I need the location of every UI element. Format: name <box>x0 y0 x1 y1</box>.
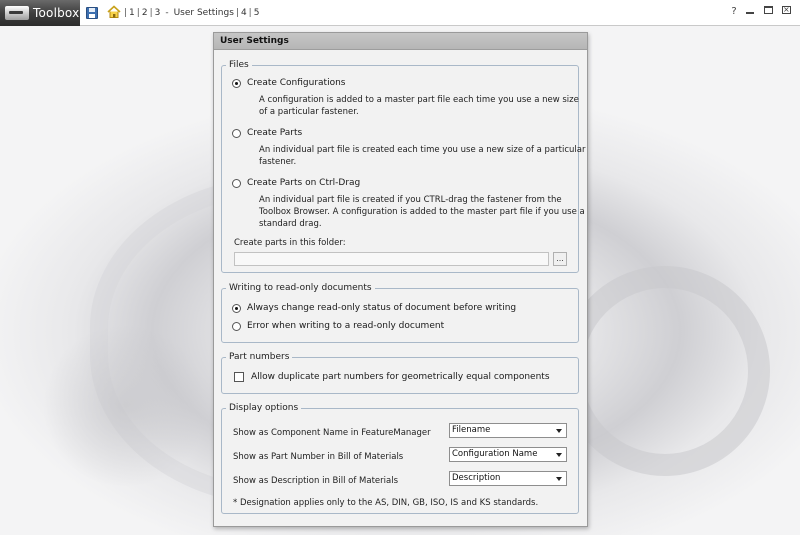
folder-path-input[interactable] <box>234 252 549 266</box>
toolbox-logo[interactable]: Toolbox <box>0 0 80 26</box>
chevron-down-icon <box>556 477 562 481</box>
top-bar: Toolbox | 1 | 2 | 3 - User Settings | 4 … <box>0 0 800 26</box>
radio-always-change-readonly[interactable]: Always change read-only status of docume… <box>232 303 516 313</box>
breadcrumb-page-3[interactable]: 3 <box>153 8 163 18</box>
option-description: An individual part file is created each … <box>259 145 586 167</box>
radio-label: Always change read-only status of docume… <box>247 303 517 313</box>
display-options-group: Display options Show as Component Name i… <box>221 403 579 514</box>
radio-label: Create Configurations <box>247 78 346 88</box>
user-settings-dialog: User Settings Files Create Configuration… <box>213 32 588 527</box>
breadcrumb: | 1 | 2 | 3 - User Settings | 4 | 5 <box>124 8 262 18</box>
radio-create-configurations[interactable]: Create Configurations <box>232 78 346 88</box>
radio-create-parts-ctrl-drag[interactable]: Create Parts on Ctrl-Drag <box>232 178 360 188</box>
readonly-group-label: Writing to read-only documents <box>226 283 375 294</box>
files-group-label: Files <box>226 60 252 71</box>
chevron-down-icon <box>556 429 562 433</box>
files-group: Files Create Configurations A configurat… <box>221 60 585 273</box>
component-name-label: Show as Component Name in FeatureManager <box>233 428 431 438</box>
radio-button[interactable] <box>232 303 241 313</box>
part-numbers-group-label: Part numbers <box>226 352 293 363</box>
part-number-label: Show as Part Number in Bill of Materials <box>233 452 404 462</box>
radio-button[interactable] <box>232 321 241 331</box>
close-icon[interactable]: × <box>782 5 794 18</box>
radio-button[interactable] <box>232 178 241 188</box>
browse-folder-button[interactable]: ... <box>553 252 567 266</box>
radio-label: Create Parts <box>247 128 303 138</box>
checkbox-label: Allow duplicate part numbers for geometr… <box>251 372 550 382</box>
breadcrumb-page-2[interactable]: 2 <box>140 8 150 18</box>
radio-button[interactable] <box>232 128 241 138</box>
breadcrumb-page-1[interactable]: 1 <box>127 8 137 18</box>
dialog-title: User Settings <box>214 33 587 50</box>
select-value: Description <box>452 473 501 483</box>
option-description: A configuration is added to a master par… <box>259 95 579 117</box>
minimize-icon[interactable] <box>746 6 758 18</box>
option-description: An individual part file is created if yo… <box>259 195 585 229</box>
radio-button[interactable] <box>232 78 241 88</box>
part-numbers-group: Part numbers Allow duplicate part number… <box>221 352 579 394</box>
folder-label: Create parts in this folder: <box>234 238 346 248</box>
allow-duplicate-part-numbers[interactable]: Allow duplicate part numbers for geometr… <box>234 372 550 382</box>
radio-create-parts[interactable]: Create Parts <box>232 128 302 138</box>
home-icon[interactable] <box>107 5 121 19</box>
select-value: Filename <box>452 425 491 435</box>
designation-note: * Designation applies only to the AS, DI… <box>233 498 539 508</box>
part-number-select[interactable]: Configuration Name <box>449 447 567 462</box>
readonly-group: Writing to read-only documents Always ch… <box>221 283 579 343</box>
save-icon[interactable] <box>86 7 98 19</box>
breadcrumb-page-5[interactable]: 5 <box>252 8 262 18</box>
description-label: Show as Description in Bill of Materials <box>233 476 399 486</box>
description-select[interactable]: Description <box>449 471 567 486</box>
chevron-down-icon <box>556 453 562 457</box>
breadcrumb-current: User Settings <box>173 8 234 18</box>
restore-icon[interactable] <box>764 6 776 18</box>
display-options-group-label: Display options <box>226 403 302 414</box>
help-icon[interactable]: ? <box>728 6 740 18</box>
radio-error-readonly[interactable]: Error when writing to a read-only docume… <box>232 321 444 331</box>
component-name-select[interactable]: Filename <box>449 423 567 438</box>
radio-label: Create Parts on Ctrl-Drag <box>247 178 361 188</box>
select-value: Configuration Name <box>452 449 538 459</box>
breadcrumb-page-4[interactable]: 4 <box>239 8 249 18</box>
checkbox[interactable] <box>234 372 244 382</box>
toolbox-logo-icon <box>5 6 29 20</box>
app-title: Toolbox <box>33 6 80 20</box>
radio-label: Error when writing to a read-only docume… <box>247 321 445 331</box>
window-controls: ? × <box>728 5 800 18</box>
